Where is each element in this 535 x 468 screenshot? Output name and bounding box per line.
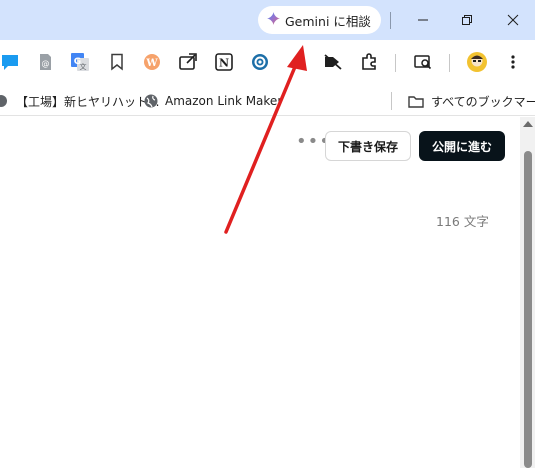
- all-bookmarks-label: すべてのブックマーク: [431, 94, 535, 109]
- page-search-icon[interactable]: [412, 51, 434, 73]
- folder-icon: [408, 95, 424, 108]
- chat-bubble-icon[interactable]: [0, 51, 22, 73]
- all-bookmarks-folder[interactable]: すべてのブックマーク: [408, 92, 535, 110]
- globe-icon: [0, 94, 9, 108]
- google-translate-icon[interactable]: G文: [69, 51, 91, 73]
- bookmarks-bar: 【工場】新ヒヤリハット... Amazon Link Maker すべてのブック…: [0, 86, 535, 116]
- notion-icon[interactable]: N: [213, 51, 235, 73]
- restore-icon[interactable]: [455, 8, 479, 32]
- save-draft-button[interactable]: 下書き保存: [325, 131, 411, 161]
- bookmark-item-amazon-link-maker[interactable]: Amazon Link Maker: [144, 92, 282, 110]
- globe-icon: [144, 94, 158, 108]
- editor-page: ••• 下書き保存 公開に進む 116 文字: [0, 117, 520, 468]
- publish-button[interactable]: 公開に進む: [419, 131, 505, 161]
- title-bar: Gemini に相談: [0, 0, 535, 40]
- extension-icon[interactable]: [249, 51, 271, 73]
- mute-extension-icon[interactable]: [322, 51, 344, 73]
- scroll-up-icon[interactable]: [523, 121, 533, 127]
- bookmarks-separator: [391, 92, 392, 110]
- toolbar-separator: [395, 54, 396, 72]
- bookmark-item-factory[interactable]: 【工場】新ヒヤリハット...: [0, 92, 159, 110]
- svg-text:N: N: [219, 57, 229, 70]
- bookmark-icon[interactable]: [106, 51, 128, 73]
- profile-avatar[interactable]: [466, 51, 488, 73]
- toolbar-separator: [449, 54, 450, 72]
- gemini-label: Gemini に相談: [285, 13, 371, 29]
- menu-kebab-icon[interactable]: [502, 51, 524, 73]
- scrollbar-thumb[interactable]: [524, 151, 532, 468]
- gemini-sparkle-icon: [267, 12, 280, 28]
- bookmark-label: Amazon Link Maker: [165, 94, 283, 108]
- character-count: 116 文字: [436, 214, 489, 229]
- close-icon[interactable]: [501, 8, 525, 32]
- bookmark-label: 【工場】新ヒヤリハット...: [16, 94, 160, 109]
- wordpress-icon[interactable]: W: [141, 51, 163, 73]
- page-extension-icon[interactable]: @: [34, 51, 56, 73]
- gemini-button[interactable]: Gemini に相談: [258, 6, 381, 34]
- svg-text:W: W: [145, 58, 158, 69]
- minimize-icon[interactable]: [411, 8, 435, 32]
- puzzle-extensions-icon[interactable]: [358, 51, 380, 73]
- browser-toolbar: @ G文 W N: [0, 40, 535, 86]
- svg-text:@: @: [42, 59, 50, 68]
- titlebar-separator: [390, 12, 391, 29]
- screenshot-icon[interactable]: [177, 51, 199, 73]
- svg-text:文: 文: [80, 62, 87, 71]
